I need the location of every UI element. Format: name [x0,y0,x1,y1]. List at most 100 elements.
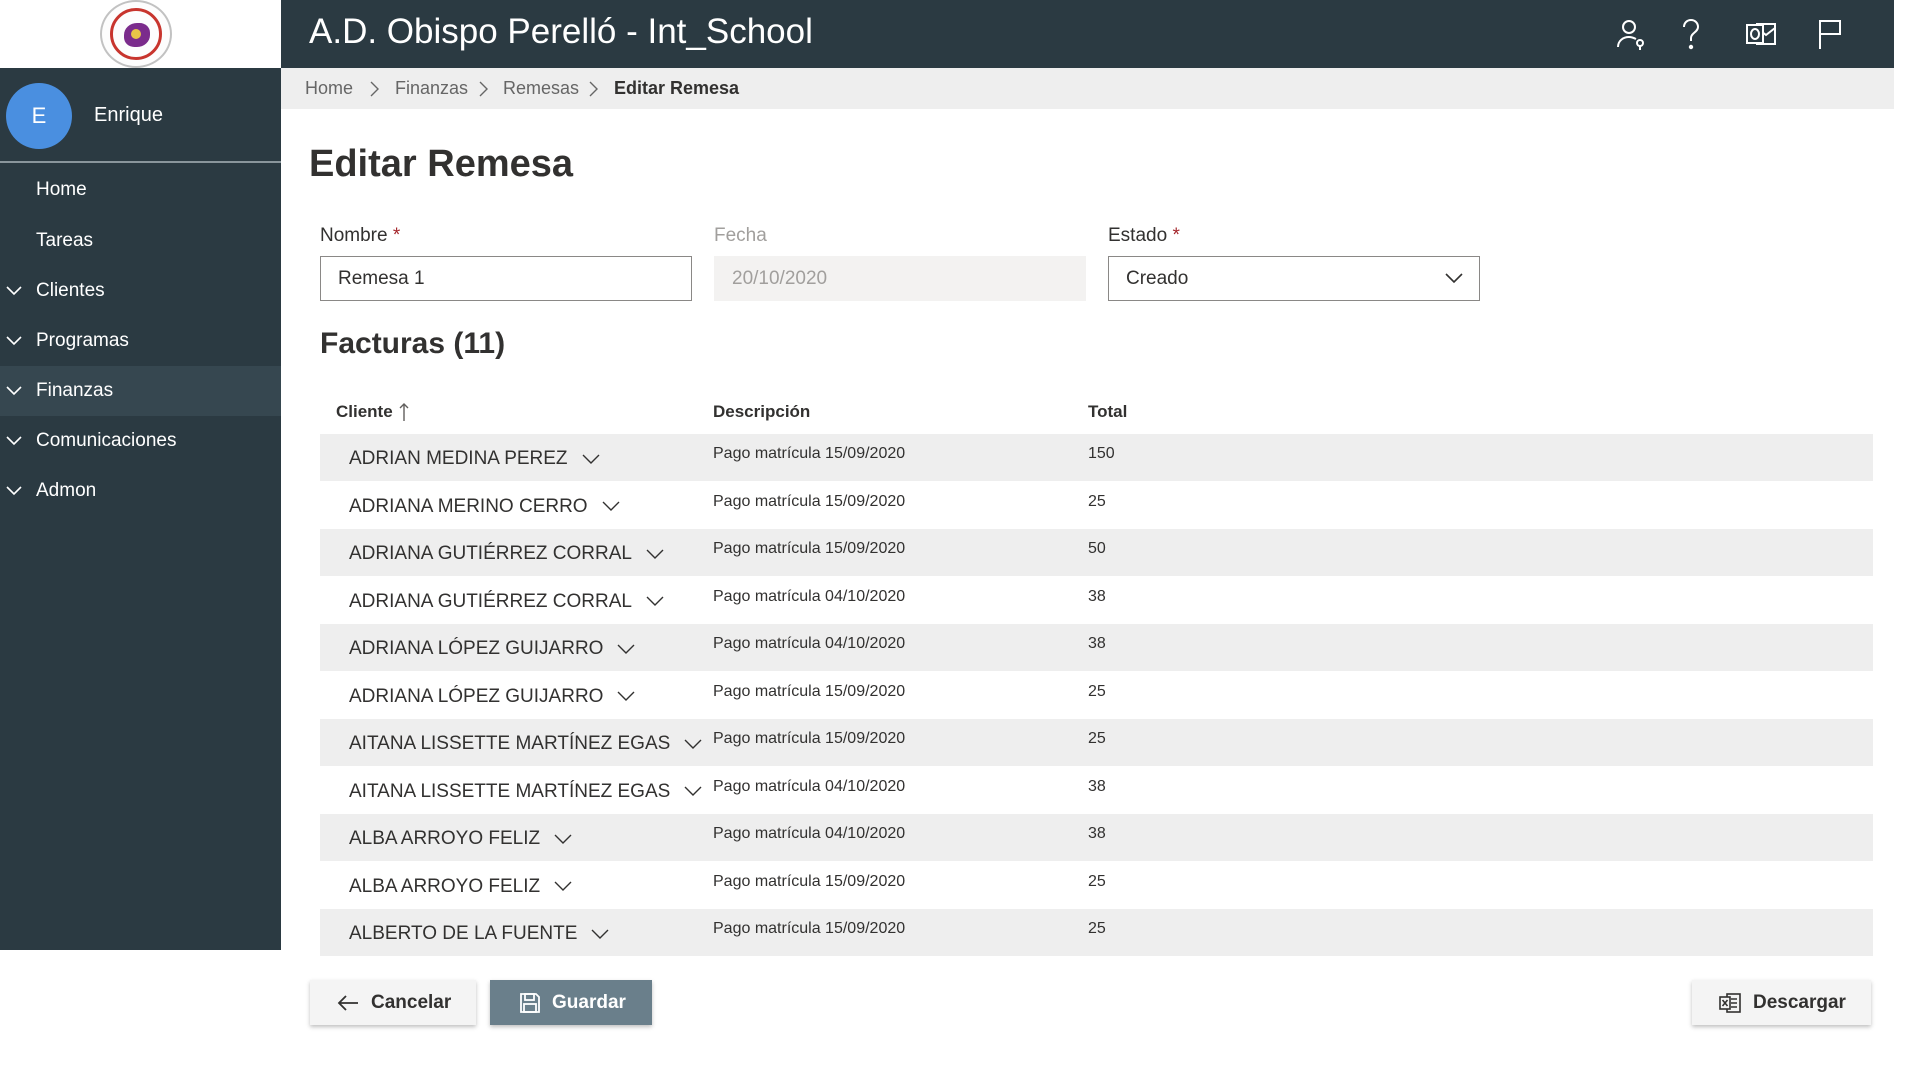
required-mark: * [1172,225,1180,246]
table-row[interactable]: ADRIAN MEDINA PEREZ Pago matrícula 15/09/… [320,434,1873,481]
help-icon[interactable] [1673,16,1709,52]
descripcion-cell: Pago matrícula 04/10/2020 [713,587,906,605]
table-row[interactable]: ADRIANA MERINO CERRO Pago matrícula 15/09… [320,482,1873,529]
cliente-cell[interactable]: ADRIANA MERINO CERRO [349,482,620,532]
table-row[interactable]: ADRIANA GUTIÉRREZ CORRAL Pago matrícula 1… [320,529,1873,576]
chevron-down-icon [6,434,22,446]
descripcion-cell: Pago matrícula 04/10/2020 [713,635,906,652]
table-row[interactable]: AITANA LISSETTE MARTÍNEZ EGAS Pago matríc… [320,719,1873,766]
descripcion-cell: Pago matrícula 15/09/2020 [713,540,906,557]
sidebar-item-label: Admon [36,480,97,501]
sidebar-item-label: Tareas [36,230,94,251]
cancel-button[interactable]: Cancelar [310,980,476,1025]
user-profile[interactable]: E Enrique [0,68,281,163]
table-row[interactable]: AITANA LISSETTE MARTÍNEZ EGAS Pago matríc… [320,767,1873,814]
chevron-down-icon[interactable] [602,500,620,512]
cliente-name: AITANA LISSETTE MARTÍNEZ EGAS [349,780,671,802]
chevron-down-icon[interactable] [554,880,572,892]
column-header-cliente[interactable]: Cliente [336,400,393,424]
chevron-down-icon[interactable] [617,643,635,655]
breadcrumb-finanzas[interactable]: Finanzas [395,68,468,109]
cliente-cell[interactable]: ADRIAN MEDINA PEREZ [349,434,600,484]
cliente-cell[interactable]: ADRIANA GUTIÉRREZ CORRAL [349,577,664,627]
sidebar-item-tareas[interactable]: Tareas [0,216,281,266]
breadcrumb: Home Finanzas Remesas Editar Remesa [281,68,1894,109]
download-label: Descargar [1753,992,1846,1013]
table-row[interactable]: ADRIANA GUTIÉRREZ CORRAL Pago matrícula 0… [320,577,1873,624]
chevron-down-icon[interactable] [554,833,572,845]
cliente-cell[interactable]: ALBERTO DE LA FUENTE [349,909,609,959]
estado-select[interactable]: Creado [1108,256,1480,301]
sort-ascending-icon[interactable] [398,402,410,422]
chevron-down-icon[interactable] [646,548,664,560]
cliente-cell[interactable]: ALBA ARROYO FELIZ [349,814,572,864]
download-button[interactable]: Descargar [1692,980,1871,1025]
school-logo [100,0,172,68]
table-row[interactable]: ALBA ARROYO FELIZ Pago matrícula 15/09/20… [320,862,1873,909]
chevron-down-icon[interactable] [646,595,664,607]
chevron-down-icon[interactable] [582,453,600,465]
breadcrumb-home[interactable]: Home [305,68,353,109]
cliente-cell[interactable]: AITANA LISSETTE MARTÍNEZ EGAS [349,719,702,769]
chevron-down-icon [6,484,22,496]
chevron-right-icon [368,81,380,97]
column-header-total: Total [1088,402,1128,421]
save-button[interactable]: Guardar [490,980,652,1025]
cliente-name: ALBA ARROYO FELIZ [349,875,541,897]
chevron-down-icon [6,284,22,296]
estado-value: Creado [1126,268,1189,289]
outlook-icon[interactable] [1743,16,1779,52]
cliente-name: AITANA LISSETTE MARTÍNEZ EGAS [349,733,671,754]
top-bar: A.D. Obispo Perelló - Int_School [281,0,1894,68]
sidebar-item-finanzas[interactable]: Finanzas [0,366,281,416]
excel-icon [1718,991,1742,1015]
descripcion-cell: Pago matrícula 15/09/2020 [713,445,906,462]
total-cell: 38 [1088,635,1106,652]
sidebar-item-comunicaciones[interactable]: Comunicaciones [0,416,281,466]
column-header-descripcion: Descripción [713,402,811,421]
cliente-cell[interactable]: ADRIANA LÓPEZ GUIJARRO [349,624,635,674]
save-label: Guardar [552,992,626,1013]
sidebar-item-label: Programas [36,330,129,351]
sidebar-item-programas[interactable]: Programas [0,316,281,366]
cliente-cell[interactable]: ADRIANA GUTIÉRREZ CORRAL [349,529,664,579]
total-cell: 25 [1088,920,1106,937]
cliente-cell[interactable]: ADRIANA LÓPEZ GUIJARRO [349,672,635,722]
table-row[interactable]: ADRIANA LÓPEZ GUIJARRO Pago matrícula 04/… [320,624,1873,671]
table-row[interactable]: ADRIANA LÓPEZ GUIJARRO Pago matrícula 15/… [320,672,1873,719]
sidebar-item-label: Clientes [36,280,105,301]
avatar[interactable]: E [6,83,72,149]
cliente-cell[interactable]: AITANA LISSETTE MARTÍNEZ EGAS [349,767,702,817]
chevron-down-icon[interactable] [591,928,609,940]
nombre-field[interactable]: Remesa 1 [320,256,692,301]
fecha-label: Fecha [714,225,767,246]
chevron-down-icon[interactable] [684,785,702,797]
cliente-cell[interactable]: ALBA ARROYO FELIZ [349,862,572,912]
required-mark: * [392,225,401,246]
cliente-name: ALBERTO DE LA FUENTE [349,923,578,944]
total-cell: 38 [1088,587,1106,605]
total-cell: 38 [1088,777,1106,795]
cliente-name: ADRIANA GUTIÉRREZ CORRAL [349,543,632,564]
arrow-left-icon [336,991,360,1015]
sidebar-item-home[interactable]: Home [0,165,281,215]
sidebar-item-label: Comunicaciones [36,430,177,451]
table-row[interactable]: ALBA ARROYO FELIZ Pago matrícula 04/10/20… [320,814,1873,861]
sidebar-item-clientes[interactable]: Clientes [0,266,281,316]
breadcrumb-remesas[interactable]: Remesas [503,68,579,109]
chevron-down-icon[interactable] [617,690,635,702]
save-icon [518,991,542,1015]
breadcrumb-current: Editar Remesa [614,78,740,98]
cliente-name: ADRIANA GUTIÉRREZ CORRAL [349,590,632,612]
fecha-field: 20/10/2020 [714,256,1086,301]
facturas-title: Facturas (11) [320,327,506,360]
chevron-down-icon [6,384,22,396]
sidebar-item-admon[interactable]: Admon [0,466,281,516]
flag-icon[interactable] [1813,16,1849,52]
nombre-label-text: Nombre [320,225,388,246]
total-cell: 38 [1088,825,1106,842]
user-name[interactable]: Enrique [94,104,163,127]
table-row[interactable]: ALBERTO DE LA FUENTE Pago matrícula 15/09… [320,909,1873,956]
chevron-down-icon[interactable] [684,738,702,750]
person-key-icon[interactable] [1613,16,1649,52]
